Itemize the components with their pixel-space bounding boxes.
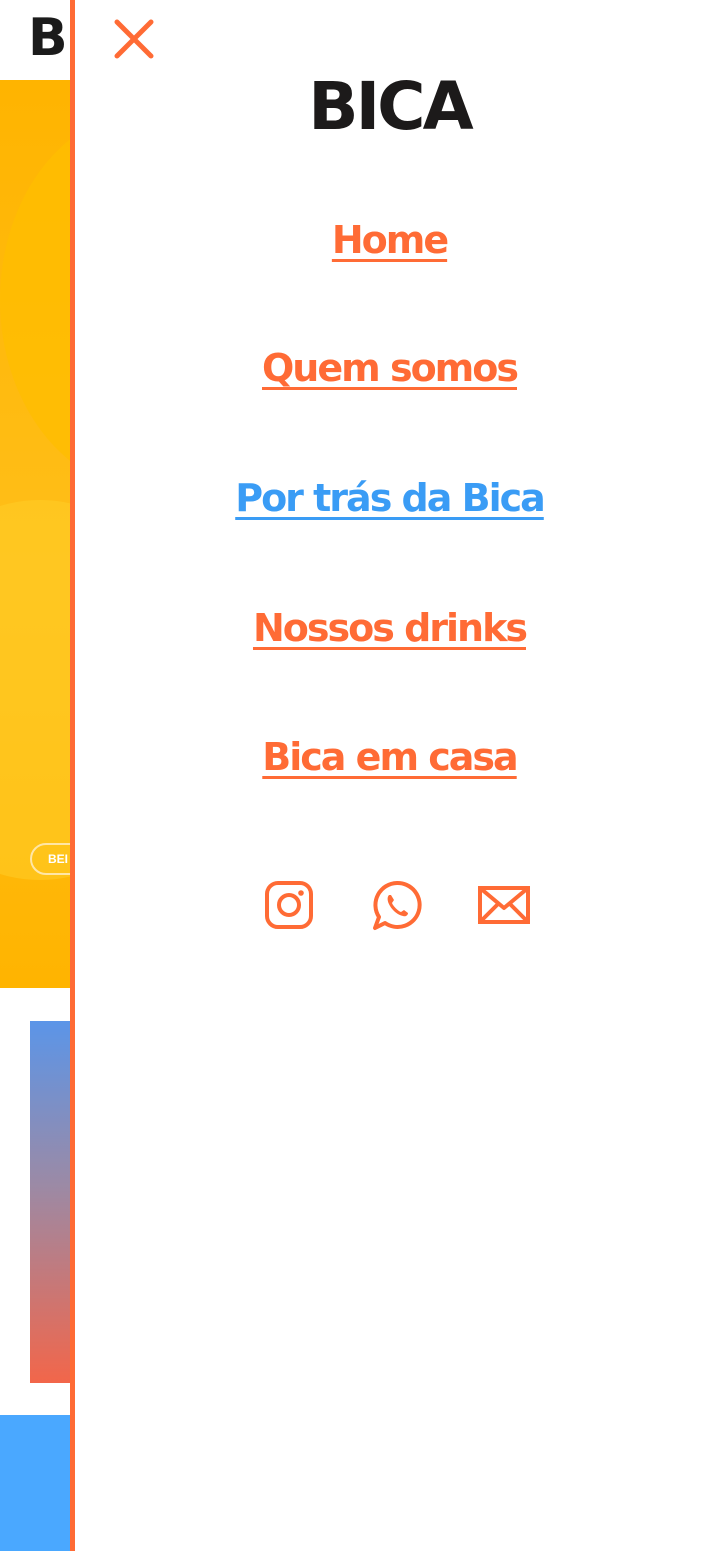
app-viewport: BI BEI BICA Home Quem somos Por tr xyxy=(0,0,704,1551)
background-page: BI BEI xyxy=(0,0,70,1551)
nav-item-bica-em-casa: Bica em casa xyxy=(75,735,704,781)
nav-link-por-tras-da-bica[interactable]: Por trás da Bica xyxy=(235,476,546,522)
background-strip xyxy=(0,1415,70,1551)
hero-decoration xyxy=(0,110,70,490)
hero-decoration xyxy=(0,500,70,880)
nav-link-nossos-drinks[interactable]: Nossos drinks xyxy=(253,606,528,652)
social-links xyxy=(75,878,704,934)
brand-logo[interactable]: BICA xyxy=(75,74,704,140)
close-icon xyxy=(114,19,154,59)
close-button[interactable] xyxy=(109,14,159,64)
whatsapp-icon xyxy=(373,880,422,930)
whatsapp-link[interactable] xyxy=(370,878,424,934)
nav-item-nossos-drinks: Nossos drinks xyxy=(75,606,704,652)
nav-item-quem-somos: Quem somos xyxy=(75,346,704,392)
nav-link-home[interactable]: Home xyxy=(332,218,449,264)
background-logo: BI xyxy=(28,8,70,68)
nav-item-por-tras-da-bica: Por trás da Bica xyxy=(75,476,704,522)
email-icon xyxy=(478,886,530,924)
background-header: BI xyxy=(0,0,70,80)
hero-button[interactable]: BEI xyxy=(30,843,70,875)
nav-link-quem-somos[interactable]: Quem somos xyxy=(262,346,519,392)
instagram-icon xyxy=(265,881,313,929)
email-link[interactable] xyxy=(477,878,531,934)
nav-link-bica-em-casa[interactable]: Bica em casa xyxy=(262,735,518,781)
nav-drawer: BICA Home Quem somos Por trás da Bica No… xyxy=(70,0,704,1551)
background-card xyxy=(30,1021,70,1383)
nav-item-home: Home xyxy=(75,218,704,264)
instagram-link[interactable] xyxy=(262,878,316,934)
